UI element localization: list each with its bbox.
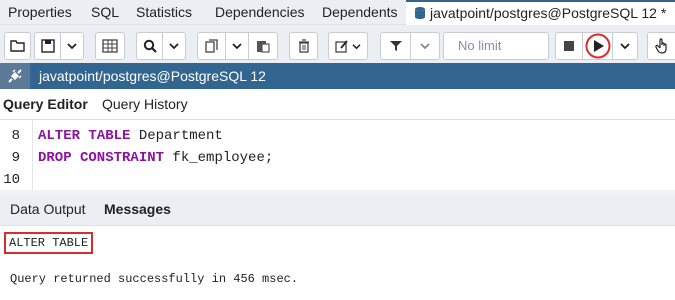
panel-tab-bar: Properties SQL Statistics Dependencies D… [0,0,675,25]
paste-button[interactable] [248,32,278,60]
sql-text: fk_employee; [164,150,274,166]
row-limit-value: No limit [458,38,502,53]
copy-dropdown-button[interactable] [225,32,249,60]
delete-button[interactable] [289,32,318,60]
message-command: ALTER TABLE [4,232,94,254]
line-number: 9 [11,150,20,166]
tab-properties[interactable]: Properties [8,0,72,25]
line-number: 8 [11,128,20,144]
line-number-gutter: 8 9 10 [0,120,33,193]
folder-open-icon [9,40,25,52]
messages-panel: ALTER TABLE Query returned successfully … [0,226,675,300]
stop-icon [564,41,574,51]
filter-dropdown-button[interactable] [410,32,440,60]
chevron-down-icon [169,43,179,50]
chevron-down-icon [420,43,430,50]
database-icon [415,6,425,19]
tab-statistics[interactable]: Statistics [136,0,192,25]
query-toolbar: No limit [0,25,675,63]
open-file-button[interactable] [4,32,31,60]
filter-button[interactable] [380,32,411,60]
table-grid-icon [102,39,118,53]
search-icon [143,39,157,53]
tab-query-tool[interactable]: javatpoint/postgres@PostgreSQL 12 * [406,0,675,25]
tab-query-tool-label: javatpoint/postgres@PostgreSQL 12 * [430,5,667,21]
sql-keyword: DROP CONSTRAINT [38,150,165,166]
connection-status-button[interactable] [0,63,30,89]
filter-icon [389,41,402,51]
execute-button[interactable] [582,32,613,60]
connection-bar: javatpoint/postgres@PostgreSQL 12 [0,63,675,89]
plug-icon [8,69,22,83]
macros-button[interactable] [647,32,675,60]
find-button[interactable] [136,32,163,60]
execute-dropdown-button[interactable] [612,32,638,60]
chevron-down-icon [352,43,361,49]
sql-keyword: ALTER TABLE [38,128,131,144]
tab-query-history[interactable]: Query History [102,89,188,120]
edit-dropdown-button[interactable] [328,32,368,60]
connection-label: javatpoint/postgres@PostgreSQL 12 [39,68,266,84]
tab-messages[interactable]: Messages [104,196,171,223]
chevron-down-icon [67,43,77,50]
copy-button[interactable] [197,32,226,60]
sql-text: Department [130,128,223,144]
play-icon [585,33,610,59]
save-dropdown-button[interactable] [60,32,84,60]
hand-pointer-icon [655,38,667,54]
sql-editor[interactable]: 8 9 10 ALTER TABLE Department DROP CONST… [0,120,675,193]
trash-icon [298,39,309,53]
copy-icon [204,39,218,53]
paste-icon [257,41,270,53]
tab-dependents[interactable]: Dependents [322,0,398,25]
tab-dependencies[interactable]: Dependencies [215,0,305,25]
code-line: ALTER TABLE Department [38,128,223,144]
line-number: 10 [3,172,20,188]
pencil-icon [335,40,348,53]
editor-tab-bar: Query Editor Query History [0,89,675,120]
edit-rows-button[interactable] [95,32,125,60]
tab-sql[interactable]: SQL [91,0,119,25]
chevron-down-icon [620,43,630,50]
tab-query-editor[interactable]: Query Editor [3,89,88,120]
save-icon [40,39,55,53]
row-limit-select[interactable]: No limit [443,32,549,60]
stop-button[interactable] [555,32,583,60]
message-result: Query returned successfully in 456 msec. [10,272,299,286]
tab-data-output[interactable]: Data Output [10,196,86,223]
chevron-down-icon [232,43,242,50]
find-dropdown-button[interactable] [162,32,186,60]
output-tab-bar: Data Output Messages [0,196,675,226]
code-line: DROP CONSTRAINT fk_employee; [38,150,273,166]
save-button[interactable] [34,32,61,60]
